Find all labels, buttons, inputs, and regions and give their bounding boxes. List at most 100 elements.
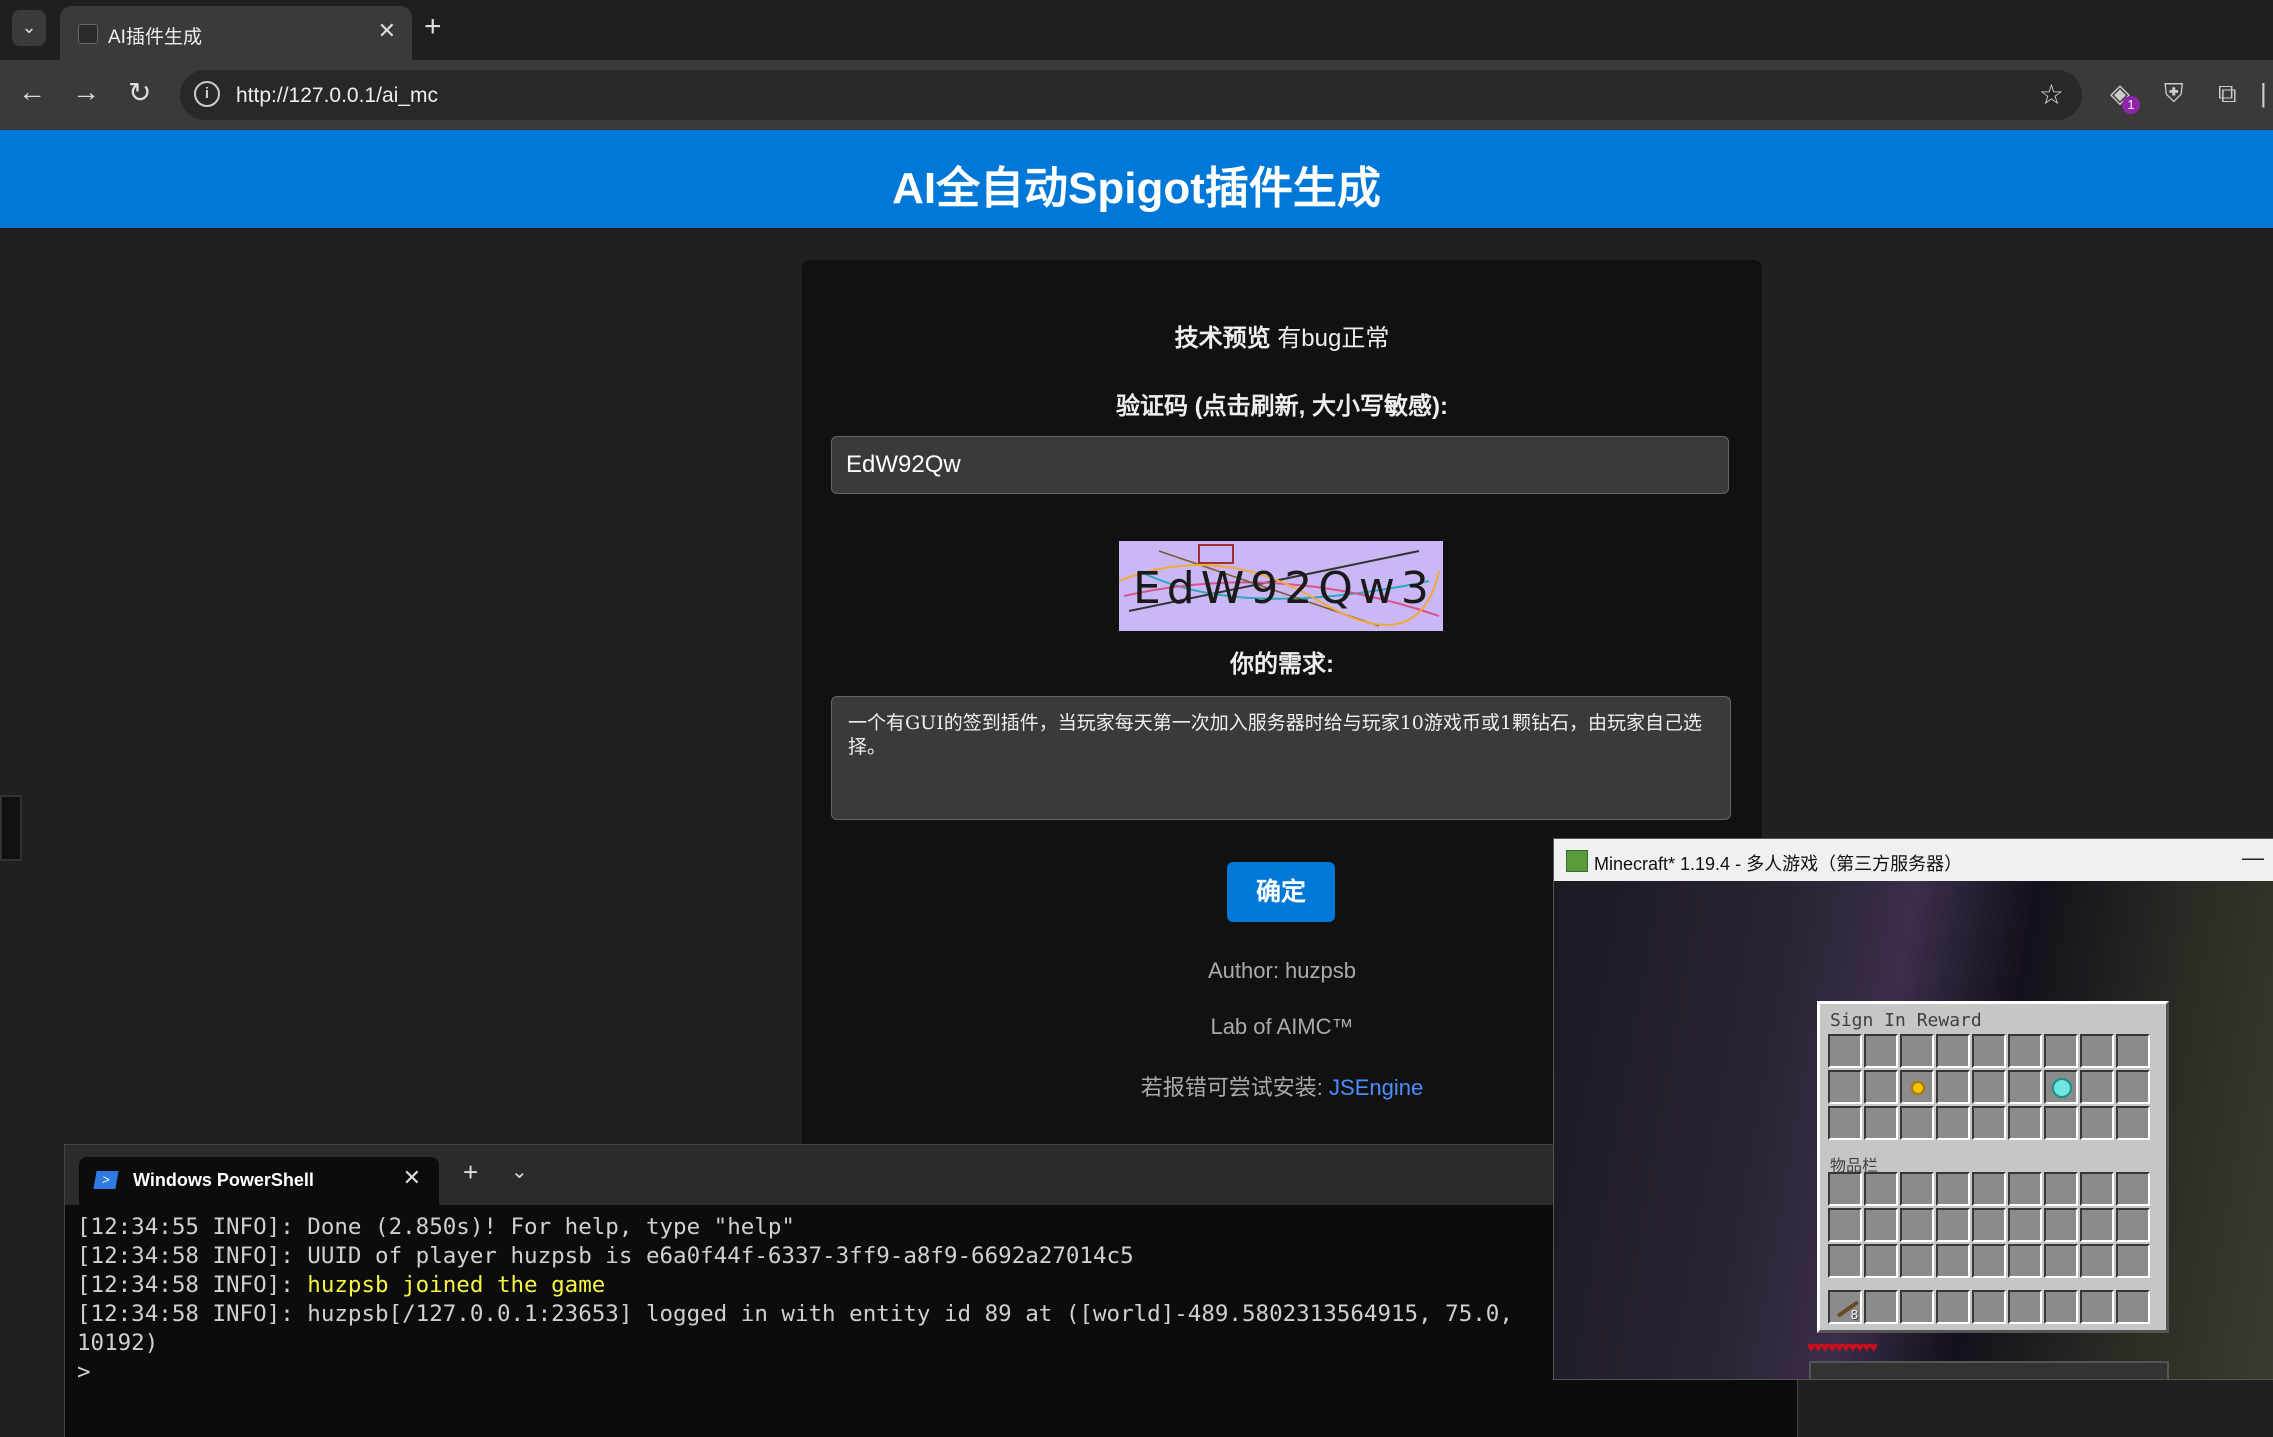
inventory-slot[interactable] — [1972, 1070, 2006, 1104]
inventory-slot[interactable] — [1972, 1172, 2006, 1206]
browser-tab[interactable]: AI插件生成 ✕ — [60, 6, 412, 60]
inventory-slot[interactable] — [2080, 1106, 2114, 1140]
captcha-input[interactable] — [831, 436, 1729, 494]
inventory-slot[interactable] — [1828, 1208, 1862, 1242]
inventory-slot[interactable] — [1828, 1106, 1862, 1140]
inventory-slot[interactable] — [2008, 1290, 2042, 1324]
inventory-slot[interactable] — [2080, 1290, 2114, 1324]
tab-close-icon[interactable]: ✕ — [378, 18, 396, 44]
inventory-slot[interactable] — [2008, 1208, 2042, 1242]
inventory-slot[interactable] — [2044, 1070, 2078, 1104]
inventory-slot[interactable] — [2116, 1172, 2150, 1206]
inventory-slot[interactable] — [1900, 1070, 1934, 1104]
inventory-slot[interactable] — [2116, 1106, 2150, 1140]
terminal-line-prefix: [12:34:58 INFO]: — [77, 1272, 308, 1298]
inventory-slot[interactable] — [2044, 1290, 2078, 1324]
inventory-slot[interactable] — [1936, 1070, 1970, 1104]
inventory-slot[interactable] — [1936, 1208, 1970, 1242]
captcha-image[interactable]: EdW92Qw3 — [1119, 541, 1443, 631]
requirement-textarea[interactable] — [831, 696, 1731, 820]
inventory-slot[interactable] — [1972, 1290, 2006, 1324]
captcha-image-text: EdW92Qw3 — [1133, 563, 1435, 614]
inventory-slot[interactable] — [1828, 1172, 1862, 1206]
terminal-tab[interactable]: > Windows PowerShell ✕ — [79, 1157, 439, 1205]
inventory-slot[interactable] — [2080, 1070, 2114, 1104]
tab-search-button[interactable]: ⌄ — [12, 10, 46, 46]
inventory-slot[interactable] — [1900, 1244, 1934, 1278]
inventory-slot[interactable] — [1936, 1106, 1970, 1140]
page-title: AI全自动Spigot插件生成 — [892, 164, 1381, 213]
inventory-slot[interactable] — [1972, 1244, 2006, 1278]
inventory-slot[interactable] — [1864, 1208, 1898, 1242]
inventory-slot[interactable] — [1828, 1070, 1862, 1104]
inventory-slot[interactable] — [2044, 1034, 2078, 1068]
inventory-slot[interactable] — [1936, 1172, 1970, 1206]
inventory-slot[interactable] — [1864, 1070, 1898, 1104]
inventory-slot[interactable] — [2116, 1290, 2150, 1324]
inventory-slot[interactable] — [1864, 1244, 1898, 1278]
terminal-tab-close-icon[interactable]: ✕ — [403, 1165, 421, 1191]
inventory-slot[interactable] — [2116, 1070, 2150, 1104]
minecraft-game-scene: Sign In Reward 物品栏 8 ♥♥♥♥♥♥♥♥♥♥ 8 — [1554, 881, 2273, 1379]
profile-edge-icon[interactable]: | — [2260, 78, 2267, 109]
inventory-slot[interactable] — [2080, 1244, 2114, 1278]
inventory-slot[interactable] — [1972, 1208, 2006, 1242]
shield-extension-icon[interactable]: ⛨ — [2164, 78, 2184, 110]
site-info-icon[interactable]: i — [194, 81, 220, 107]
terminal-tab-title: Windows PowerShell — [133, 1170, 314, 1190]
inventory-slot[interactable] — [1864, 1034, 1898, 1068]
inventory-slot[interactable] — [1936, 1290, 1970, 1324]
forward-arrow-icon[interactable]: → — [72, 76, 100, 108]
inventory-slot[interactable] — [1936, 1034, 1970, 1068]
new-tab-plus-icon[interactable]: + — [424, 10, 442, 44]
terminal-new-tab-icon[interactable]: + — [463, 1157, 478, 1188]
inventory-slot[interactable] — [2116, 1034, 2150, 1068]
inventory-slot[interactable] — [1828, 1034, 1862, 1068]
back-arrow-icon[interactable]: ← — [18, 76, 46, 108]
inventory-slot[interactable] — [1864, 1290, 1898, 1324]
inventory-slot[interactable] — [1972, 1106, 2006, 1140]
terminal-line: [12:34:58 INFO]: UUID of player huzpsb i… — [77, 1242, 1513, 1271]
bookmark-star-icon[interactable]: ☆ — [2039, 78, 2064, 111]
inventory-slot[interactable] — [1936, 1244, 1970, 1278]
side-panel-handle[interactable] — [0, 795, 22, 861]
inventory-slot[interactable] — [1900, 1106, 1934, 1140]
inventory-slot[interactable] — [1828, 1244, 1862, 1278]
inventory-slot[interactable] — [2080, 1208, 2114, 1242]
inventory-slot[interactable] — [1864, 1106, 1898, 1140]
inventory-slot[interactable] — [2080, 1034, 2114, 1068]
terminal-line-text: huzpsb joined the game — [307, 1272, 606, 1298]
url-text[interactable]: http://127.0.0.1/ai_mc — [236, 84, 438, 108]
jsengine-link[interactable]: JSEngine — [1329, 1075, 1423, 1100]
terminal-output[interactable]: [12:34:55 INFO]: Done (2.850s)! For help… — [77, 1213, 1513, 1387]
inventory-slot[interactable] — [1864, 1172, 1898, 1206]
inventory-slot[interactable] — [2044, 1172, 2078, 1206]
inventory-slot[interactable] — [2116, 1208, 2150, 1242]
inventory-slot[interactable] — [2044, 1208, 2078, 1242]
inventory-slot[interactable] — [1972, 1034, 2006, 1068]
minecraft-window[interactable]: Minecraft* 1.19.4 - 多人游戏（第三方服务器） — Sign … — [1553, 838, 2273, 1380]
inventory-slot[interactable] — [2044, 1244, 2078, 1278]
submit-button[interactable]: 确定 — [1227, 862, 1335, 922]
inventory-slot[interactable] — [2008, 1172, 2042, 1206]
powershell-window[interactable]: > Windows PowerShell ✕ + ⌄ [12:34:55 INF… — [64, 1144, 1798, 1437]
inventory-slot[interactable] — [2008, 1070, 2042, 1104]
minimize-icon[interactable]: — — [2242, 845, 2264, 871]
inventory-slot[interactable] — [2116, 1244, 2150, 1278]
puzzle-extensions-icon[interactable]: ⧉ — [2218, 78, 2237, 110]
inventory-slot[interactable] — [2008, 1244, 2042, 1278]
inventory-slot[interactable] — [2044, 1106, 2078, 1140]
terminal-tab-bar: > Windows PowerShell ✕ + ⌄ — [65, 1145, 1797, 1205]
captcha-label: 验证码 (点击刷新, 大小写敏感): — [1116, 393, 1448, 420]
terminal-dropdown-icon[interactable]: ⌄ — [511, 1159, 528, 1184]
inventory-slot[interactable] — [1900, 1172, 1934, 1206]
reload-icon[interactable]: ↻ — [128, 76, 151, 109]
inventory-slot[interactable] — [2008, 1034, 2042, 1068]
inventory-slot[interactable] — [1900, 1208, 1934, 1242]
inventory-slot[interactable] — [1900, 1290, 1934, 1324]
inventory-slot[interactable] — [2080, 1172, 2114, 1206]
inventory-slot[interactable] — [1900, 1034, 1934, 1068]
inventory-slot[interactable] — [2008, 1106, 2042, 1140]
address-bar[interactable]: i http://127.0.0.1/ai_mc ☆ — [180, 70, 2082, 120]
inventory-slot[interactable]: 8 — [1828, 1290, 1862, 1324]
